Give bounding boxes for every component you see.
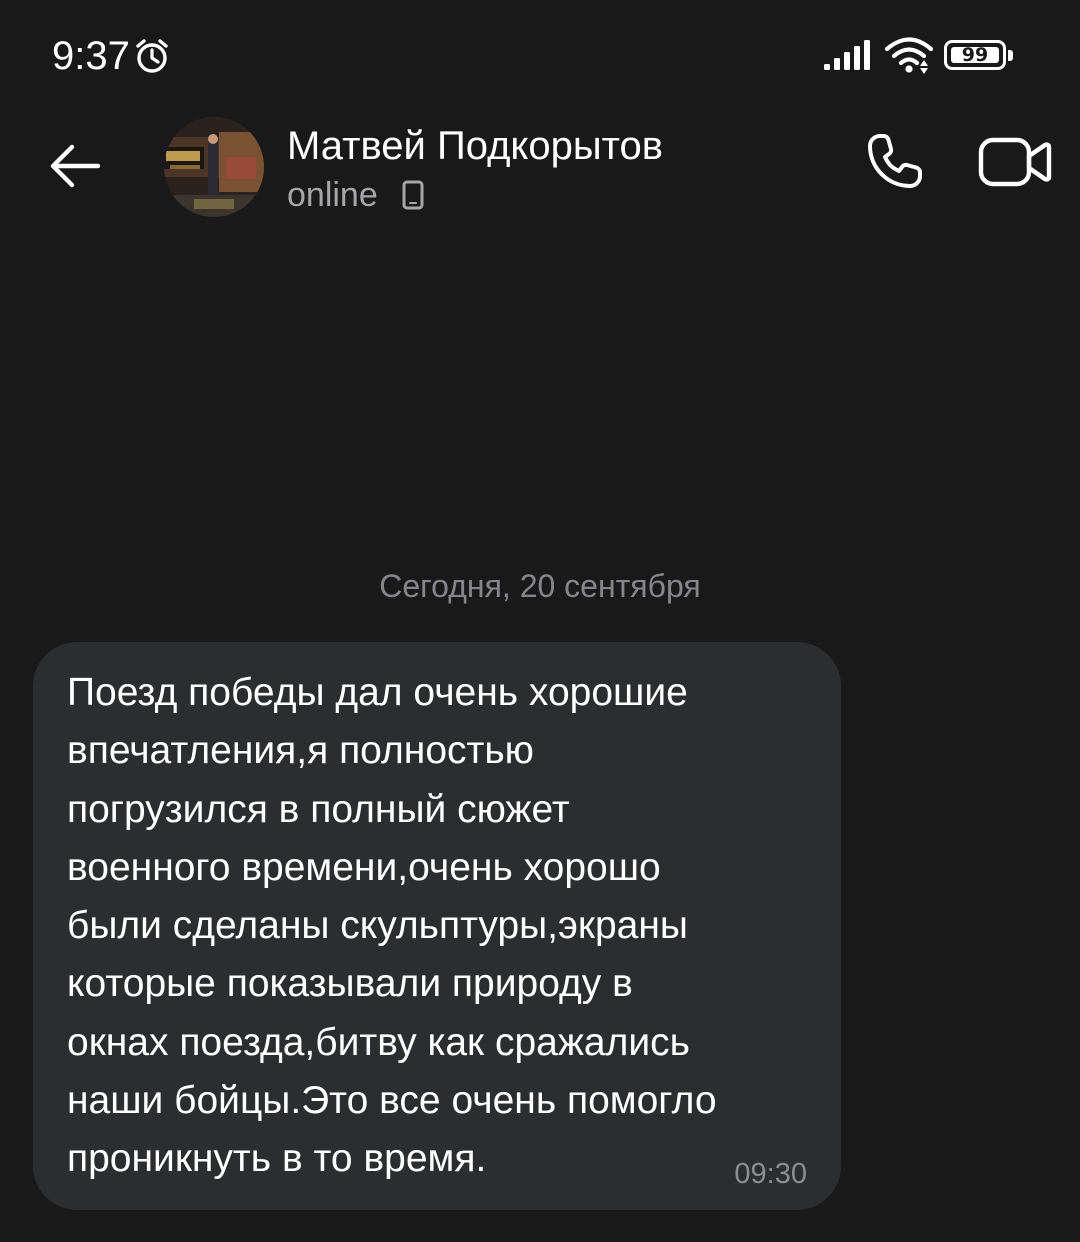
back-button[interactable]	[36, 126, 116, 206]
wifi-icon	[884, 36, 934, 74]
date-separator: Сегодня, 20 сентября	[379, 568, 701, 604]
message-bubble[interactable]: Поезд победы дал очень хорошие впечатлен…	[33, 642, 841, 1210]
video-call-button[interactable]	[970, 120, 1060, 204]
battery-level: 99	[961, 44, 989, 66]
call-button[interactable]	[852, 120, 936, 204]
signal-icon	[822, 40, 874, 72]
status-bar: 9:37 99	[0, 0, 1080, 100]
status-time: 9:37	[52, 34, 130, 78]
video-camera-icon	[978, 137, 1052, 187]
chat-header: Матвей Подкорытов online	[0, 100, 1080, 240]
message-time: 09:30	[734, 1158, 807, 1190]
battery-tip	[1008, 50, 1013, 61]
contact-name[interactable]: Матвей Подкорытов	[287, 122, 663, 170]
battery-body: 99	[944, 40, 1006, 70]
contact-status: online	[287, 176, 378, 214]
arrow-left-icon	[50, 144, 101, 188]
mobile-phone-icon	[402, 180, 424, 210]
alarm-icon	[132, 36, 172, 76]
phone-icon	[868, 134, 922, 188]
battery-icon: 99	[944, 40, 1014, 70]
avatar-image	[164, 117, 264, 217]
avatar[interactable]	[164, 117, 264, 217]
message-text: Поезд победы дал очень хорошие впечатлен…	[67, 671, 717, 1181]
